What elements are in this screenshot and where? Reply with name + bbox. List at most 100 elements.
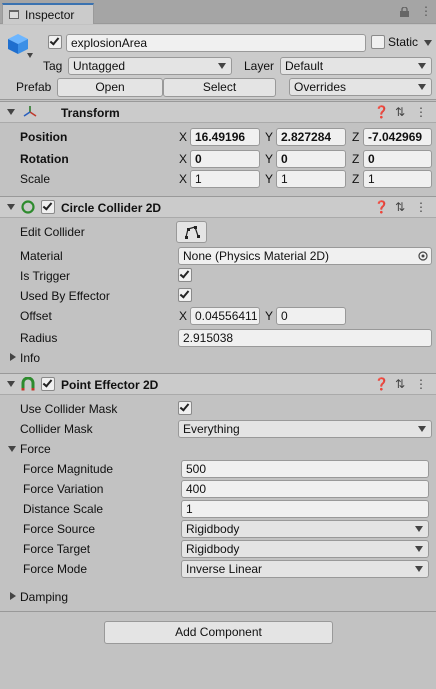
position-z-label[interactable]: Z <box>352 130 359 144</box>
force-source-value: Rigidbody <box>186 522 240 536</box>
overrides-dropdown[interactable]: Overrides <box>289 78 432 96</box>
used-by-effector-label: Used By Effector <box>20 289 110 303</box>
point-effector-body: Use Collider Mask Collider Mask Everythi… <box>0 396 436 611</box>
help-icon[interactable]: ❓ <box>374 200 389 214</box>
active-checkbox[interactable] <box>48 35 62 49</box>
rotation-y-field[interactable]: 0 <box>276 150 346 168</box>
damping-label[interactable]: Damping <box>20 590 68 604</box>
chevron-down-icon <box>418 63 426 69</box>
edit-collider-button[interactable] <box>176 221 207 243</box>
scale-z-label[interactable]: Z <box>352 172 359 186</box>
scale-label: Scale <box>20 172 51 186</box>
static-dropdown-arrow-icon[interactable] <box>424 40 432 46</box>
radius-field[interactable]: 2.915038 <box>178 329 432 347</box>
tab-inspector[interactable]: Inspector <box>2 3 94 24</box>
scale-y-field[interactable]: 1 <box>276 170 346 188</box>
add-component-button[interactable]: Add Component <box>104 621 333 644</box>
force-label[interactable]: Force <box>20 442 51 456</box>
prefab-select-button[interactable]: Select <box>163 78 276 97</box>
position-y-label[interactable]: Y <box>265 130 273 144</box>
layer-dropdown[interactable]: Default <box>280 57 432 75</box>
kebab-menu-icon[interactable]: ⋮ <box>415 105 427 119</box>
circle-collider-icon <box>21 200 35 214</box>
use-collider-mask-label: Use Collider Mask <box>20 402 118 416</box>
scale-z-field[interactable]: 1 <box>363 170 432 188</box>
force-variation-field[interactable]: 400 <box>181 480 429 498</box>
kebab-menu-icon[interactable]: ⋮ <box>415 200 427 214</box>
tag-label: Tag <box>43 59 63 73</box>
rotation-x-label[interactable]: X <box>179 152 187 166</box>
position-z-field[interactable]: -7.042969 <box>363 128 432 146</box>
collider-mask-label: Collider Mask <box>20 422 93 436</box>
offset-y-label[interactable]: Y <box>265 309 273 323</box>
use-collider-mask-checkbox[interactable] <box>178 401 192 415</box>
offset-x-field[interactable]: 0.04556411 <box>190 307 260 325</box>
position-x-label[interactable]: X <box>179 130 187 144</box>
force-source-dropdown[interactable]: Rigidbody <box>181 520 429 538</box>
icon-dropdown-arrow-icon[interactable] <box>27 53 33 58</box>
kebab-menu-icon[interactable]: ⋮ <box>415 377 427 391</box>
component-header-icons: ❓ ⇅ ⋮ <box>374 377 430 393</box>
point-effector-header[interactable]: Point Effector 2D ❓ ⇅ ⋮ <box>0 373 436 395</box>
check-icon <box>179 268 190 279</box>
scale-x-label[interactable]: X <box>179 172 187 186</box>
info-foldout-arrow-icon[interactable] <box>10 353 16 361</box>
offset-x-label[interactable]: X <box>179 309 187 323</box>
foldout-arrow-icon[interactable] <box>7 109 15 115</box>
damping-foldout-arrow-icon[interactable] <box>10 592 16 600</box>
gameobject-name-field[interactable]: explosionArea <box>66 34 366 52</box>
component-header-icons: ❓ ⇅ ⋮ <box>374 105 430 121</box>
position-y-field[interactable]: 2.827284 <box>276 128 346 146</box>
circle-collider-body: Edit Collider Material None (Physics Mat… <box>0 219 436 373</box>
chevron-down-icon <box>418 84 426 90</box>
scale-x-field[interactable]: 1 <box>190 170 260 188</box>
circle-collider-header[interactable]: Circle Collider 2D ❓ ⇅ ⋮ <box>0 196 436 218</box>
circle-collider-enabled-checkbox[interactable] <box>41 200 55 214</box>
help-icon[interactable]: ❓ <box>374 377 389 391</box>
rotation-y-label[interactable]: Y <box>265 152 273 166</box>
prefab-open-button[interactable]: Open <box>57 78 163 97</box>
distance-scale-label: Distance Scale <box>23 502 104 516</box>
kebab-menu-icon[interactable]: ⋮ <box>420 4 432 18</box>
rotation-z-label[interactable]: Z <box>352 152 359 166</box>
distance-scale-field[interactable]: 1 <box>181 500 429 518</box>
info-label[interactable]: Info <box>20 351 40 365</box>
presets-icon[interactable]: ⇅ <box>395 377 405 391</box>
foldout-arrow-icon[interactable] <box>7 381 15 387</box>
rotation-label: Rotation <box>20 152 69 166</box>
edit-collider-label: Edit Collider <box>20 225 85 239</box>
lock-icon[interactable] <box>400 6 409 17</box>
chevron-down-icon <box>415 566 423 572</box>
point-effector-enabled-checkbox[interactable] <box>41 377 55 391</box>
presets-icon[interactable]: ⇅ <box>395 200 405 214</box>
force-magnitude-field[interactable]: 500 <box>181 460 429 478</box>
tag-value: Untagged <box>73 59 126 73</box>
static-label: Static <box>388 35 419 49</box>
position-x-field[interactable]: 16.49196 <box>190 128 260 146</box>
rotation-z-field[interactable]: 0 <box>363 150 432 168</box>
overrides-label: Overrides <box>294 80 347 94</box>
object-picker-icon[interactable] <box>418 251 428 261</box>
help-icon[interactable]: ❓ <box>374 105 389 119</box>
is-trigger-checkbox[interactable] <box>178 268 192 282</box>
used-by-effector-checkbox[interactable] <box>178 288 192 302</box>
tab-bar: Inspector ⋮ <box>0 0 436 24</box>
static-checkbox[interactable] <box>371 35 385 49</box>
material-field[interactable]: None (Physics Material 2D) <box>178 247 432 265</box>
rotation-x-field[interactable]: 0 <box>190 150 260 168</box>
collider-mask-dropdown[interactable]: Everything <box>178 420 432 438</box>
check-icon <box>179 401 190 412</box>
presets-icon[interactable]: ⇅ <box>395 105 405 119</box>
force-foldout-arrow-icon[interactable] <box>8 446 16 452</box>
offset-label: Offset <box>20 309 52 323</box>
force-target-dropdown[interactable]: Rigidbody <box>181 540 429 558</box>
force-variation-label: Force Variation <box>23 482 104 496</box>
tag-dropdown[interactable]: Untagged <box>68 57 232 75</box>
transform-header[interactable]: Transform ❓ ⇅ ⋮ <box>0 101 436 123</box>
offset-y-field[interactable]: 0 <box>276 307 346 325</box>
foldout-arrow-icon[interactable] <box>7 204 15 210</box>
force-mode-dropdown[interactable]: Inverse Linear <box>181 560 429 578</box>
tab-label: Inspector <box>25 8 75 22</box>
scale-y-label[interactable]: Y <box>265 172 273 186</box>
check-icon <box>42 377 53 388</box>
